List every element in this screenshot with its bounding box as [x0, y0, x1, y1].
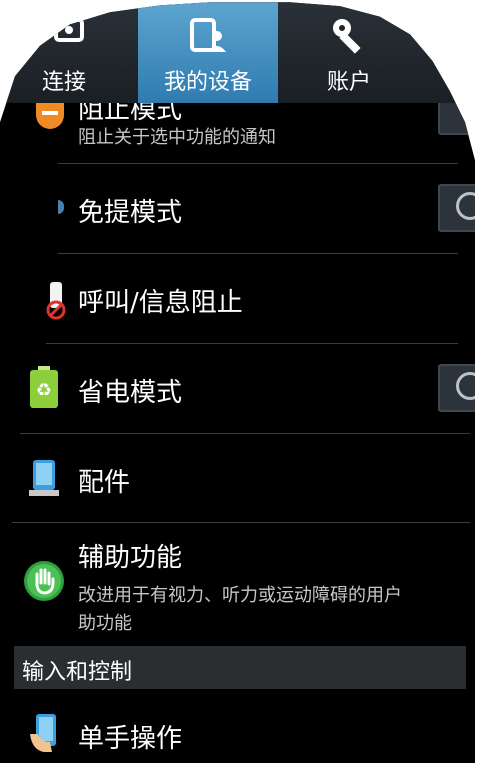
setting-title: 辅助功能 [78, 543, 183, 573]
setting-accessories[interactable]: 配件 [0, 434, 475, 522]
hands-free-icon [58, 200, 64, 214]
section-title: 输入和控制 [22, 660, 133, 685]
setting-title: 省电模式 [78, 378, 183, 408]
my-device-icon [190, 18, 226, 52]
setting-power-saving[interactable]: ♻ 省电模式 [0, 344, 475, 433]
setting-accessibility[interactable]: 辅助功能 改进用于有视力、听力或运动障碍的用户 助功能 [0, 523, 475, 645]
setting-title: 配件 [78, 468, 131, 498]
blocking-mode-icon [36, 103, 64, 129]
setting-title: 免提模式 [78, 198, 183, 228]
accessory-icon [29, 460, 59, 496]
power-saving-toggle[interactable] [438, 364, 475, 412]
setting-subtitle: 改进用于有视力、听力或运动障碍的用户 [78, 585, 402, 606]
one-hand-icon [30, 714, 56, 752]
tab-more[interactable] [420, 2, 475, 103]
setting-subtitle-cont: 助功能 [78, 613, 132, 634]
accessibility-hand-icon [24, 561, 64, 601]
call-block-icon [46, 282, 66, 320]
setting-one-hand[interactable]: 单手操作 [0, 690, 475, 763]
tab-label: 连接 [42, 70, 87, 95]
setting-call-block[interactable]: 呼叫/信息阻止 [0, 254, 475, 343]
account-key-icon [333, 19, 361, 54]
connections-icon [54, 18, 84, 42]
tab-account[interactable]: 账户 [278, 2, 420, 103]
toggle-knob [456, 372, 475, 400]
tab-label: 账户 [326, 70, 371, 95]
toggle-knob [456, 192, 475, 220]
hands-free-toggle[interactable] [438, 184, 475, 232]
phone-screen: 连接 我的设备 账户 阻止模式 阻止关于选中功能的通知 免提模式 呼叫/信息阻止… [0, 2, 475, 763]
setting-title: 单手操作 [78, 724, 183, 754]
tab-label: 我的设备 [163, 70, 252, 95]
svg-text:♻: ♻ [36, 380, 52, 401]
setting-title: 呼叫/信息阻止 [78, 288, 243, 318]
setting-subtitle: 阻止关于选中功能的通知 [78, 127, 276, 148]
setting-blocking-mode[interactable]: 阻止模式 阻止关于选中功能的通知 [0, 103, 475, 163]
blocking-mode-toggle[interactable] [438, 103, 475, 135]
setting-hands-free[interactable]: 免提模式 [0, 164, 475, 253]
tab-connections[interactable]: 连接 [0, 2, 138, 103]
tab-my-device[interactable]: 我的设备 [138, 2, 278, 103]
power-saving-icon: ♻ [30, 366, 58, 408]
section-header-input-control: 输入和控制 [14, 646, 466, 689]
tab-bar: 连接 我的设备 账户 [0, 2, 475, 103]
